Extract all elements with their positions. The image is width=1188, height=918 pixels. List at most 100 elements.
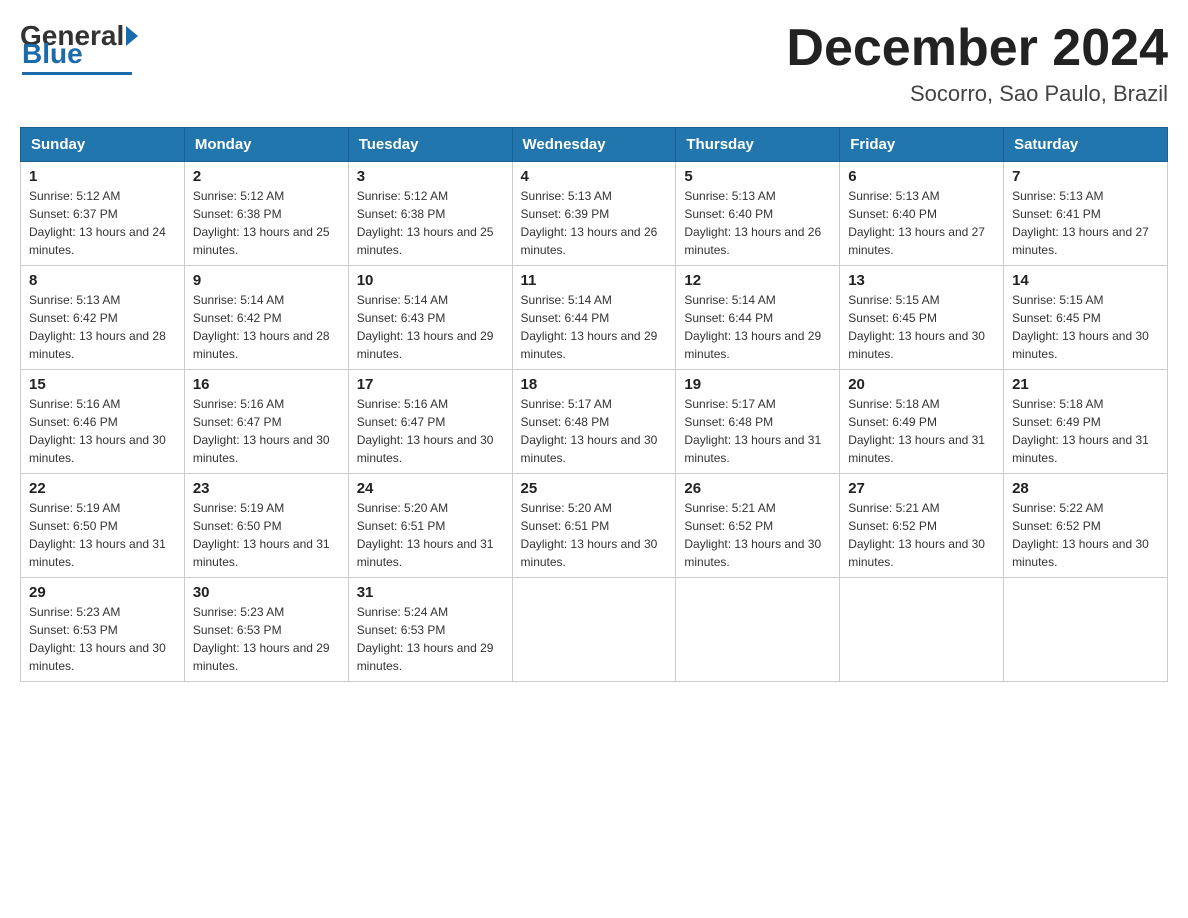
calendar-cell: 25 Sunrise: 5:20 AMSunset: 6:51 PMDaylig… xyxy=(512,474,676,578)
day-number: 21 xyxy=(1012,376,1159,393)
calendar-cell: 6 Sunrise: 5:13 AMSunset: 6:40 PMDayligh… xyxy=(840,162,1004,266)
day-info: Sunrise: 5:14 AMSunset: 6:44 PMDaylight:… xyxy=(521,291,668,363)
logo-arrow-icon xyxy=(126,26,138,46)
day-info: Sunrise: 5:13 AMSunset: 6:39 PMDaylight:… xyxy=(521,187,668,259)
logo: General Blue xyxy=(20,20,140,75)
calendar-cell: 7 Sunrise: 5:13 AMSunset: 6:41 PMDayligh… xyxy=(1004,162,1168,266)
calendar-cell: 12 Sunrise: 5:14 AMSunset: 6:44 PMDaylig… xyxy=(676,266,840,370)
day-info: Sunrise: 5:13 AMSunset: 6:40 PMDaylight:… xyxy=(848,187,995,259)
day-number: 23 xyxy=(193,480,340,497)
calendar-cell: 17 Sunrise: 5:16 AMSunset: 6:47 PMDaylig… xyxy=(348,370,512,474)
day-number: 20 xyxy=(848,376,995,393)
day-number: 25 xyxy=(521,480,668,497)
day-number: 12 xyxy=(684,272,831,289)
day-info: Sunrise: 5:22 AMSunset: 6:52 PMDaylight:… xyxy=(1012,499,1159,571)
calendar-cell xyxy=(676,578,840,682)
day-number: 15 xyxy=(29,376,176,393)
day-number: 1 xyxy=(29,168,176,185)
day-number: 30 xyxy=(193,584,340,601)
col-header-tuesday: Tuesday xyxy=(348,128,512,162)
calendar-cell: 18 Sunrise: 5:17 AMSunset: 6:48 PMDaylig… xyxy=(512,370,676,474)
day-number: 17 xyxy=(357,376,504,393)
day-number: 16 xyxy=(193,376,340,393)
calendar-week-5: 29 Sunrise: 5:23 AMSunset: 6:53 PMDaylig… xyxy=(21,578,1168,682)
day-info: Sunrise: 5:15 AMSunset: 6:45 PMDaylight:… xyxy=(848,291,995,363)
day-number: 13 xyxy=(848,272,995,289)
col-header-sunday: Sunday xyxy=(21,128,185,162)
day-info: Sunrise: 5:12 AMSunset: 6:38 PMDaylight:… xyxy=(193,187,340,259)
calendar-week-1: 1 Sunrise: 5:12 AMSunset: 6:37 PMDayligh… xyxy=(21,162,1168,266)
day-info: Sunrise: 5:19 AMSunset: 6:50 PMDaylight:… xyxy=(29,499,176,571)
day-number: 10 xyxy=(357,272,504,289)
day-info: Sunrise: 5:24 AMSunset: 6:53 PMDaylight:… xyxy=(357,603,504,675)
day-info: Sunrise: 5:13 AMSunset: 6:40 PMDaylight:… xyxy=(684,187,831,259)
calendar-cell: 8 Sunrise: 5:13 AMSunset: 6:42 PMDayligh… xyxy=(21,266,185,370)
calendar-week-3: 15 Sunrise: 5:16 AMSunset: 6:46 PMDaylig… xyxy=(21,370,1168,474)
calendar-body: 1 Sunrise: 5:12 AMSunset: 6:37 PMDayligh… xyxy=(21,162,1168,682)
day-info: Sunrise: 5:12 AMSunset: 6:37 PMDaylight:… xyxy=(29,187,176,259)
calendar-cell: 14 Sunrise: 5:15 AMSunset: 6:45 PMDaylig… xyxy=(1004,266,1168,370)
calendar-cell xyxy=(840,578,1004,682)
calendar-cell: 21 Sunrise: 5:18 AMSunset: 6:49 PMDaylig… xyxy=(1004,370,1168,474)
calendar-cell: 23 Sunrise: 5:19 AMSunset: 6:50 PMDaylig… xyxy=(184,474,348,578)
calendar-table: SundayMondayTuesdayWednesdayThursdayFrid… xyxy=(20,127,1168,682)
calendar-cell: 24 Sunrise: 5:20 AMSunset: 6:51 PMDaylig… xyxy=(348,474,512,578)
logo-blue-text: Blue xyxy=(22,38,83,70)
calendar-cell: 31 Sunrise: 5:24 AMSunset: 6:53 PMDaylig… xyxy=(348,578,512,682)
col-header-thursday: Thursday xyxy=(676,128,840,162)
day-info: Sunrise: 5:20 AMSunset: 6:51 PMDaylight:… xyxy=(357,499,504,571)
day-number: 19 xyxy=(684,376,831,393)
day-number: 18 xyxy=(521,376,668,393)
day-number: 27 xyxy=(848,480,995,497)
day-number: 5 xyxy=(684,168,831,185)
calendar-title: December 2024 xyxy=(786,20,1168,77)
day-number: 4 xyxy=(521,168,668,185)
day-number: 31 xyxy=(357,584,504,601)
calendar-cell: 16 Sunrise: 5:16 AMSunset: 6:47 PMDaylig… xyxy=(184,370,348,474)
day-info: Sunrise: 5:21 AMSunset: 6:52 PMDaylight:… xyxy=(684,499,831,571)
calendar-cell: 27 Sunrise: 5:21 AMSunset: 6:52 PMDaylig… xyxy=(840,474,1004,578)
calendar-cell: 22 Sunrise: 5:19 AMSunset: 6:50 PMDaylig… xyxy=(21,474,185,578)
day-info: Sunrise: 5:21 AMSunset: 6:52 PMDaylight:… xyxy=(848,499,995,571)
calendar-cell: 29 Sunrise: 5:23 AMSunset: 6:53 PMDaylig… xyxy=(21,578,185,682)
calendar-cell: 26 Sunrise: 5:21 AMSunset: 6:52 PMDaylig… xyxy=(676,474,840,578)
day-number: 9 xyxy=(193,272,340,289)
day-number: 14 xyxy=(1012,272,1159,289)
calendar-cell: 1 Sunrise: 5:12 AMSunset: 6:37 PMDayligh… xyxy=(21,162,185,266)
day-number: 8 xyxy=(29,272,176,289)
calendar-cell: 13 Sunrise: 5:15 AMSunset: 6:45 PMDaylig… xyxy=(840,266,1004,370)
day-info: Sunrise: 5:18 AMSunset: 6:49 PMDaylight:… xyxy=(1012,395,1159,467)
day-number: 7 xyxy=(1012,168,1159,185)
day-number: 29 xyxy=(29,584,176,601)
calendar-header-row: SundayMondayTuesdayWednesdayThursdayFrid… xyxy=(21,128,1168,162)
page-header: General Blue December 2024 Socorro, Sao … xyxy=(20,20,1168,107)
day-info: Sunrise: 5:14 AMSunset: 6:42 PMDaylight:… xyxy=(193,291,340,363)
col-header-monday: Monday xyxy=(184,128,348,162)
calendar-cell: 11 Sunrise: 5:14 AMSunset: 6:44 PMDaylig… xyxy=(512,266,676,370)
day-info: Sunrise: 5:16 AMSunset: 6:46 PMDaylight:… xyxy=(29,395,176,467)
day-info: Sunrise: 5:19 AMSunset: 6:50 PMDaylight:… xyxy=(193,499,340,571)
calendar-subtitle: Socorro, Sao Paulo, Brazil xyxy=(786,81,1168,107)
calendar-cell: 5 Sunrise: 5:13 AMSunset: 6:40 PMDayligh… xyxy=(676,162,840,266)
day-number: 3 xyxy=(357,168,504,185)
calendar-cell: 10 Sunrise: 5:14 AMSunset: 6:43 PMDaylig… xyxy=(348,266,512,370)
calendar-cell xyxy=(512,578,676,682)
calendar-cell: 9 Sunrise: 5:14 AMSunset: 6:42 PMDayligh… xyxy=(184,266,348,370)
col-header-saturday: Saturday xyxy=(1004,128,1168,162)
day-info: Sunrise: 5:12 AMSunset: 6:38 PMDaylight:… xyxy=(357,187,504,259)
day-info: Sunrise: 5:17 AMSunset: 6:48 PMDaylight:… xyxy=(684,395,831,467)
day-info: Sunrise: 5:23 AMSunset: 6:53 PMDaylight:… xyxy=(193,603,340,675)
calendar-cell: 4 Sunrise: 5:13 AMSunset: 6:39 PMDayligh… xyxy=(512,162,676,266)
day-info: Sunrise: 5:18 AMSunset: 6:49 PMDaylight:… xyxy=(848,395,995,467)
day-number: 11 xyxy=(521,272,668,289)
day-number: 2 xyxy=(193,168,340,185)
day-info: Sunrise: 5:14 AMSunset: 6:43 PMDaylight:… xyxy=(357,291,504,363)
day-number: 24 xyxy=(357,480,504,497)
day-info: Sunrise: 5:13 AMSunset: 6:41 PMDaylight:… xyxy=(1012,187,1159,259)
calendar-cell: 20 Sunrise: 5:18 AMSunset: 6:49 PMDaylig… xyxy=(840,370,1004,474)
day-number: 28 xyxy=(1012,480,1159,497)
day-info: Sunrise: 5:17 AMSunset: 6:48 PMDaylight:… xyxy=(521,395,668,467)
day-number: 26 xyxy=(684,480,831,497)
day-info: Sunrise: 5:20 AMSunset: 6:51 PMDaylight:… xyxy=(521,499,668,571)
day-info: Sunrise: 5:13 AMSunset: 6:42 PMDaylight:… xyxy=(29,291,176,363)
